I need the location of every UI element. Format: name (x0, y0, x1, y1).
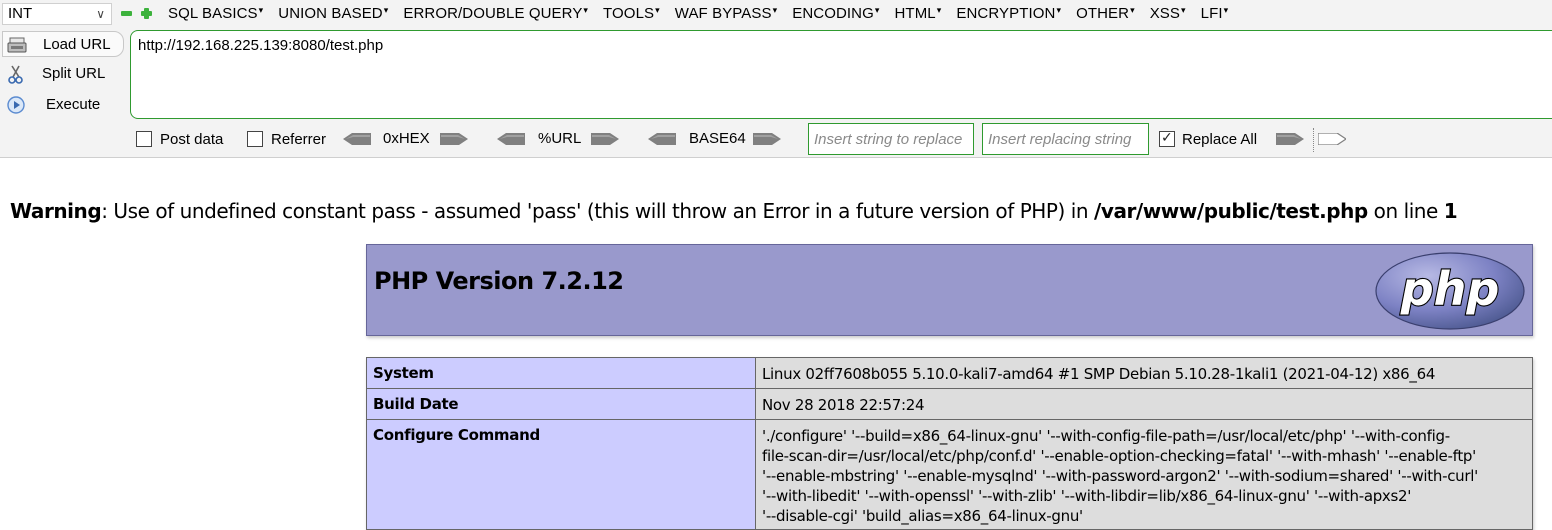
configure-line: '--enable-mbstring' '--enable-mysqlnd' '… (762, 467, 1478, 485)
post-data-label: Post data (160, 131, 224, 148)
split-url-button[interactable]: Split URL (2, 61, 124, 87)
url-decode-arrow-icon[interactable] (497, 133, 525, 145)
chevron-down-icon: ∨ (96, 7, 105, 21)
configure-line: file-scan-dir=/usr/local/etc/php/conf.d'… (762, 447, 1476, 465)
url-textarea[interactable]: http://192.168.225.139:8080/test.php (130, 30, 1552, 119)
row-value-system: Linux 02ff7608b055 5.10.0-kali7-amd64 #1… (755, 357, 1533, 389)
menu-lfi[interactable]: LFI (1201, 5, 1229, 22)
row-key-configure-command: Configure Command (366, 419, 756, 530)
configure-line: '--with-libedit' '--with-openssl' '--wit… (762, 487, 1412, 505)
replace-to-input[interactable]: Insert replacing string (982, 123, 1149, 155)
base64-decode-arrow-icon[interactable] (648, 133, 676, 145)
row-value-build-date: Nov 28 2018 22:57:24 (755, 388, 1533, 420)
menu-html[interactable]: HTML (895, 5, 942, 22)
replace-to-placeholder: Insert replacing string (988, 131, 1132, 148)
menu-waf-bypass[interactable]: WAF BYPASS (675, 5, 777, 22)
php-logo-icon: php (1375, 252, 1525, 330)
load-url-button[interactable]: Load URL (2, 31, 124, 57)
replace-all-label: Replace All (1182, 131, 1258, 148)
warning-file: /var/www/public/test.php (1094, 199, 1368, 223)
table-row: Build Date Nov 28 2018 22:57:24 (366, 388, 1533, 420)
phpinfo-table: System Linux 02ff7608b055 5.10.0-kali7-a… (366, 357, 1533, 530)
hex-label: 0xHEX (383, 130, 430, 147)
row-key-build-date: Build Date (366, 388, 756, 420)
menu-encoding[interactable]: ENCODING (792, 5, 879, 22)
menu-error-double-query[interactable]: ERROR/DOUBLE QUERY (403, 5, 588, 22)
table-row: System Linux 02ff7608b055 5.10.0-kali7-a… (366, 357, 1533, 389)
warning-message: : Use of undefined constant pass - assum… (101, 199, 1095, 223)
replace-from-input[interactable]: Insert string to replace (808, 123, 974, 155)
execute-button[interactable]: Execute (2, 92, 124, 118)
row-key-system: System (366, 357, 756, 389)
referrer-checkbox[interactable] (247, 131, 263, 147)
replace-all-checkbox[interactable] (1159, 129, 1175, 147)
load-url-icon (7, 37, 27, 53)
url-enc-label: %URL (538, 130, 582, 147)
hex-encode-arrow-icon[interactable] (440, 133, 468, 145)
menu-union-based[interactable]: UNION BASED (278, 5, 388, 22)
php-warning: Warning: Use of undefined constant pass … (10, 199, 1458, 223)
play-icon (7, 96, 25, 114)
menu-other[interactable]: OTHER (1076, 5, 1135, 22)
type-select-value: INT (8, 5, 33, 22)
url-value: http://192.168.225.139:8080/test.php (138, 37, 384, 54)
replace-arrow-icon[interactable] (1276, 133, 1304, 145)
split-url-label: Split URL (42, 65, 106, 82)
referrer-label: Referrer (271, 131, 327, 148)
hackbar-menu: SQL BASICS UNION BASED ERROR/DOUBLE QUER… (168, 5, 1243, 22)
row-value-configure-command: './configure' '--build=x86_64-linux-gnu'… (755, 419, 1533, 530)
menu-xss[interactable]: XSS (1150, 5, 1186, 22)
replace-from-placeholder: Insert string to replace (814, 131, 963, 148)
menu-tools[interactable]: TOOLS (603, 5, 660, 22)
scissors-icon (8, 65, 23, 84)
warning-label: Warning (10, 199, 102, 223)
menu-sql-basics[interactable]: SQL BASICS (168, 5, 263, 22)
hackbar-menubar: INT ∨ SQL BASICS UNION BASED ERROR/DOUBL… (0, 0, 1552, 28)
increase-icon[interactable] (141, 8, 152, 19)
configure-line: '--disable-cgi' 'build_alias=x86_64-linu… (762, 507, 1083, 525)
toolbar-separator (1313, 128, 1314, 152)
replace-next-arrow-icon[interactable] (1318, 133, 1346, 145)
post-data-checkbox[interactable] (136, 131, 152, 147)
url-encode-arrow-icon[interactable] (591, 133, 619, 145)
configure-line: './configure' '--build=x86_64-linux-gnu'… (762, 427, 1450, 445)
table-row: Configure Command './configure' '--build… (366, 419, 1533, 530)
decrease-icon[interactable] (121, 11, 132, 16)
php-version-title: PHP Version 7.2.12 (374, 267, 624, 295)
warning-line-number: 1 (1443, 199, 1458, 223)
base64-label: BASE64 (689, 130, 746, 147)
type-select[interactable]: INT ∨ (2, 3, 112, 25)
hex-decode-arrow-icon[interactable] (343, 133, 371, 145)
php-logo-text: php (1400, 262, 1500, 316)
menu-encryption[interactable]: ENCRYPTION (956, 5, 1061, 22)
base64-encode-arrow-icon[interactable] (753, 133, 781, 145)
hackbar-options-row: Post data Referrer 0xHEX %URL BASE64 Ins… (0, 123, 1552, 155)
execute-label: Execute (46, 96, 101, 113)
phpinfo-header: PHP Version 7.2.12 php (366, 244, 1533, 336)
hackbar-toolbar: INT ∨ SQL BASICS UNION BASED ERROR/DOUBL… (0, 0, 1552, 158)
load-url-label: Load URL (43, 36, 111, 53)
warning-on-line: on line (1367, 199, 1444, 223)
